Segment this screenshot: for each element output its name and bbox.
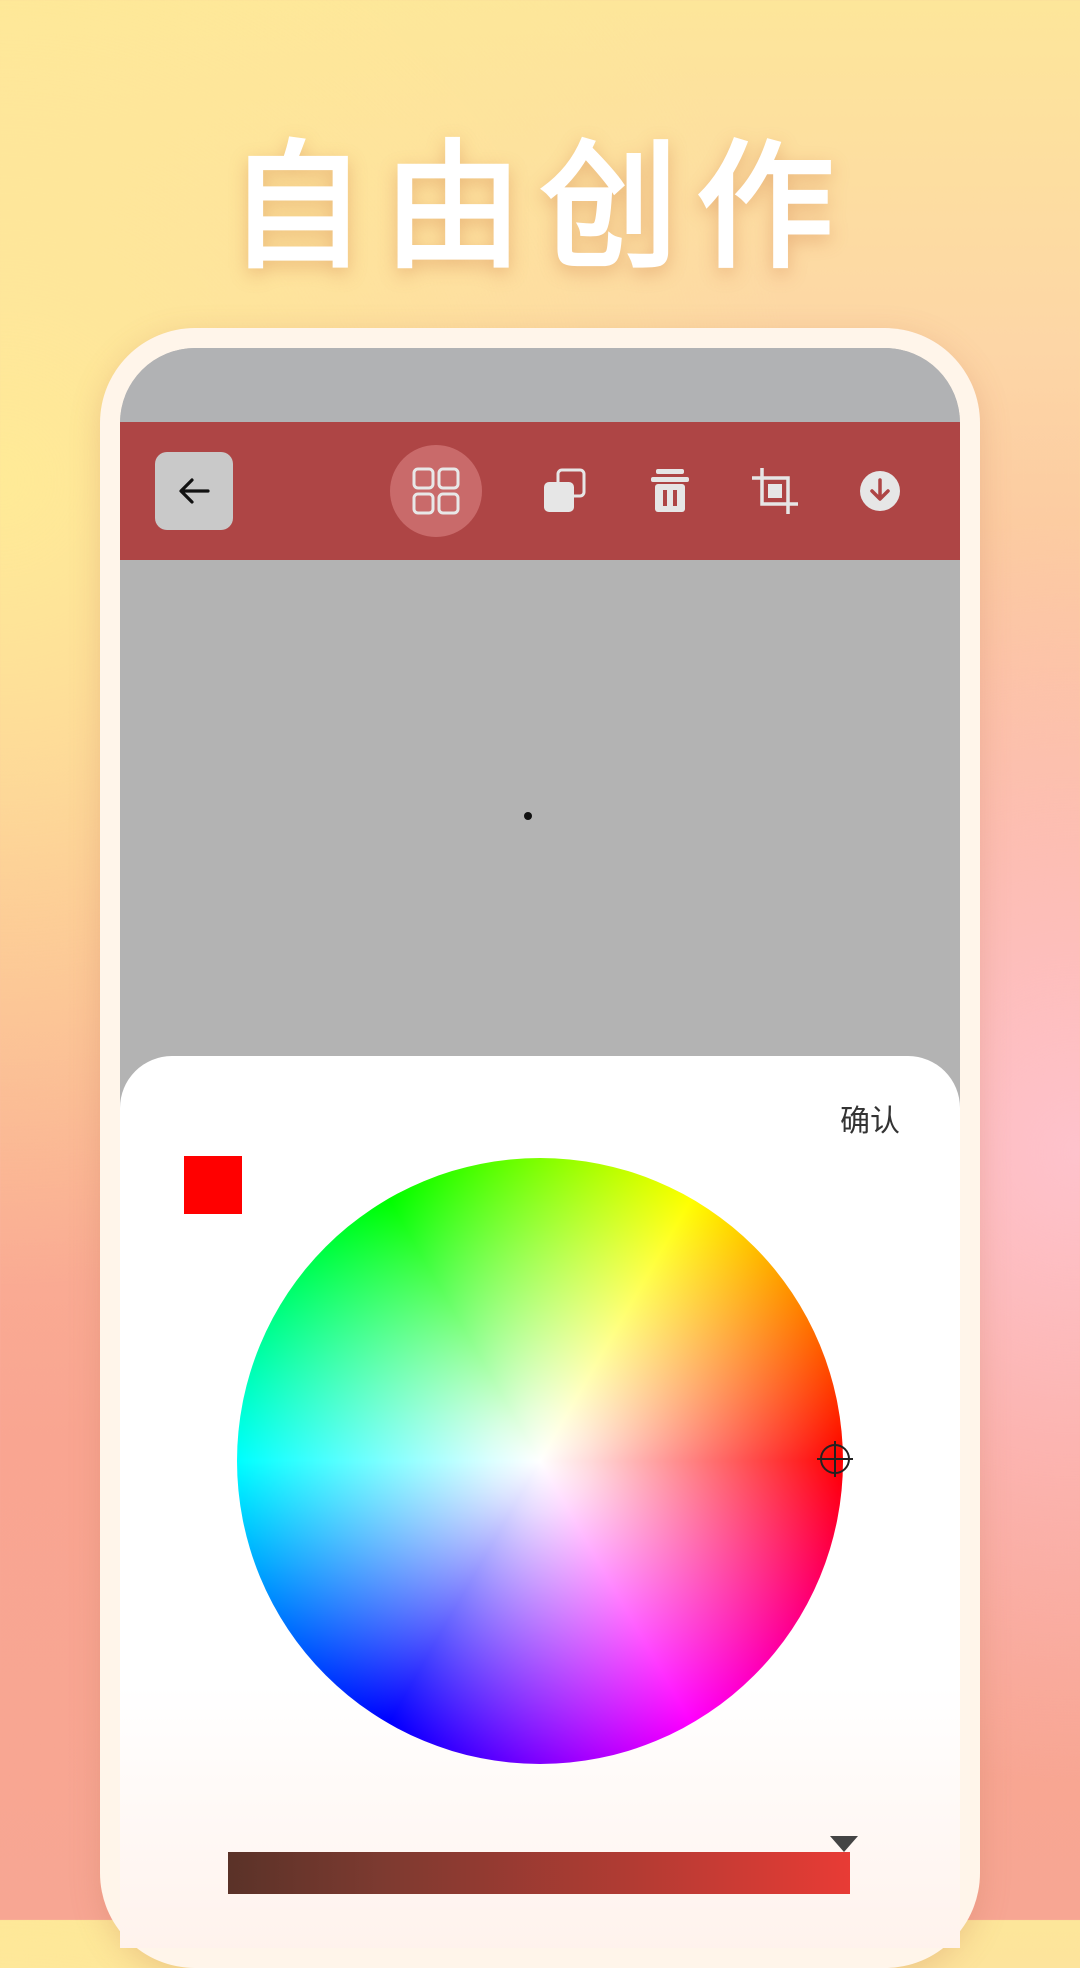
download-button[interactable] bbox=[845, 456, 915, 526]
brightness-slider[interactable] bbox=[228, 1836, 858, 1894]
app-screen: 确认 bbox=[120, 348, 960, 1948]
crosshair-icon[interactable] bbox=[815, 1439, 855, 1479]
layers-button[interactable] bbox=[390, 445, 482, 537]
crop-button[interactable] bbox=[740, 456, 810, 526]
promo-headline: 自由创作 bbox=[227, 127, 852, 288]
editor-toolbar bbox=[120, 422, 960, 560]
arrow-left-icon bbox=[179, 478, 210, 504]
back-button[interactable] bbox=[155, 452, 233, 530]
drawing-canvas[interactable] bbox=[120, 560, 960, 1060]
duplicate-button[interactable] bbox=[530, 456, 600, 526]
brightness-track[interactable] bbox=[228, 1852, 850, 1894]
grid-icon bbox=[412, 467, 460, 515]
crop-icon bbox=[752, 468, 798, 514]
duplicate-icon bbox=[544, 468, 586, 512]
color-picker-sheet: 确认 bbox=[120, 1056, 960, 1948]
status-bar bbox=[120, 348, 960, 422]
color-wheel[interactable] bbox=[237, 1158, 843, 1764]
selected-color-swatch bbox=[184, 1156, 242, 1214]
confirm-button[interactable]: 确认 bbox=[840, 1096, 900, 1140]
download-icon bbox=[860, 471, 900, 511]
delete-button[interactable] bbox=[635, 456, 705, 526]
trash-icon bbox=[651, 469, 689, 512]
brush-dot bbox=[524, 812, 532, 820]
slider-thumb[interactable] bbox=[830, 1836, 858, 1852]
